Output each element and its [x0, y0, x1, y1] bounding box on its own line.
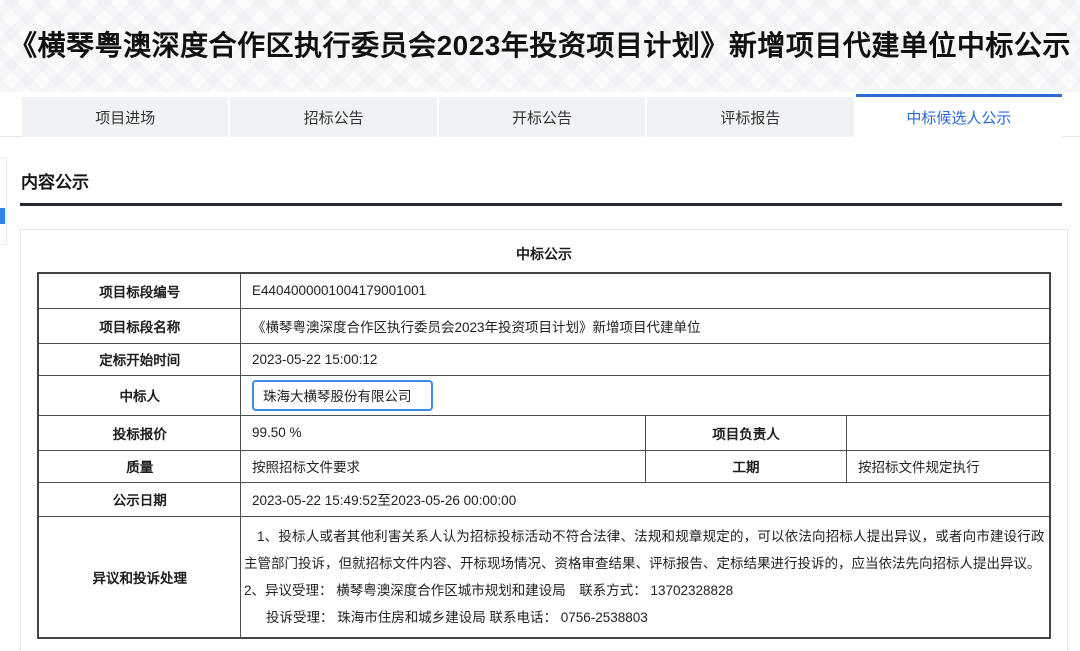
tab-winner-candidate-publicity[interactable]: 中标候选人公示 — [856, 94, 1062, 138]
table-row-bid-price: 投标报价 99.50 % 项目负责人 — [38, 415, 1049, 450]
table-row-winner: 中标人 珠海大横琴股份有限公司 — [38, 375, 1049, 415]
table-row-project-code: 项目标段编号 E4404000001004179001001 — [38, 273, 1049, 308]
edge-scrollbar-thumb[interactable] — [0, 208, 5, 224]
section-heading-rule — [20, 203, 1062, 206]
duration-label: 工期 — [645, 450, 846, 482]
winner-highlight-box[interactable]: 珠海大横琴股份有限公司 — [252, 380, 434, 411]
objection-label: 异议和投诉处理 — [38, 516, 240, 638]
quality-label: 质量 — [38, 450, 240, 482]
table-row-quality: 质量 按照招标文件要求 工期 按招标文件规定执行 — [38, 450, 1049, 482]
duration-value: 按招标文件规定执行 — [846, 450, 1049, 482]
section-heading: 内容公示 — [21, 168, 89, 193]
table-row-project-name: 项目标段名称 《横琴粤澳深度合作区执行委员会2023年投资项目计划》新增项目代建… — [38, 308, 1049, 343]
bid-price-value: 99.50 % — [240, 415, 645, 450]
winner-value-cell: 珠海大横琴股份有限公司 — [240, 375, 1049, 415]
tab-evaluation-report[interactable]: 评标报告 — [647, 94, 855, 137]
page-header: 《横琴粤澳深度合作区执行委员会2023年投资项目计划》新增项目代建单位中标公示 — [0, 0, 1080, 92]
project-manager-value — [846, 415, 1049, 450]
project-code-label: 项目标段编号 — [38, 273, 240, 308]
tab-tender-announcement[interactable]: 招标公告 — [230, 94, 438, 137]
table-row-objection: 异议和投诉处理 1、投标人或者其他利害关系人认为招标投标活动不符合法律、法规和规… — [38, 516, 1049, 638]
project-manager-label: 项目负责人 — [645, 415, 846, 450]
page-title: 《横琴粤澳深度合作区执行委员会2023年投资项目计划》新增项目代建单位中标公示 — [0, 24, 1080, 64]
objection-content: 1、投标人或者其他利害关系人认为招标投标活动不符合法律、法规和规章规定的，可以依… — [240, 516, 1049, 638]
winner-label: 中标人 — [38, 375, 240, 415]
objection-paragraph-1: 1、投标人或者其他利害关系人认为招标投标活动不符合法律、法规和规章规定的，可以依… — [244, 523, 1045, 577]
table-row-decide-time: 定标开始时间 2023-05-22 15:00:12 — [38, 343, 1049, 375]
publicity-date-label: 公示日期 — [38, 482, 240, 516]
project-name-label: 项目标段名称 — [38, 308, 240, 343]
objection-paragraph-2: 2、异议受理： 横琴粤澳深度合作区城市规划和建设局 联系方式： 13702328… — [244, 577, 1045, 604]
notice-title: 中标公示 — [21, 244, 1067, 264]
publicity-date-value: 2023-05-22 15:49:52至2023-05-26 00:00:00 — [240, 482, 1049, 516]
decide-time-label: 定标开始时间 — [38, 343, 240, 375]
page: 《横琴粤澳深度合作区执行委员会2023年投资项目计划》新增项目代建单位中标公示 … — [0, 0, 1080, 651]
edge-scrollbar-track[interactable] — [0, 157, 7, 245]
decide-time-value: 2023-05-22 15:00:12 — [240, 343, 1049, 375]
table-row-publicity-date: 公示日期 2023-05-22 15:49:52至2023-05-26 00:0… — [38, 482, 1049, 516]
tab-project-entry[interactable]: 项目进场 — [22, 94, 230, 137]
project-code-value: E4404000001004179001001 — [240, 273, 1049, 308]
project-name-value: 《横琴粤澳深度合作区执行委员会2023年投资项目计划》新增项目代建单位 — [240, 308, 1049, 343]
notice-panel: 中标公示 项目标段编号 E4404000001004179001001 项目标段… — [20, 229, 1068, 651]
tab-bid-opening[interactable]: 开标公告 — [439, 94, 647, 137]
bid-price-label: 投标报价 — [38, 415, 240, 450]
quality-value: 按照招标文件要求 — [240, 450, 645, 482]
tab-bar: 项目进场 招标公告 开标公告 评标报告 中标候选人公示 — [22, 94, 1062, 137]
notice-table: 项目标段编号 E4404000001004179001001 项目标段名称 《横… — [37, 272, 1050, 639]
objection-paragraph-3: 投诉受理： 珠海市住房和城乡建设局 联系电话： 0756-2538803 — [244, 604, 1045, 631]
